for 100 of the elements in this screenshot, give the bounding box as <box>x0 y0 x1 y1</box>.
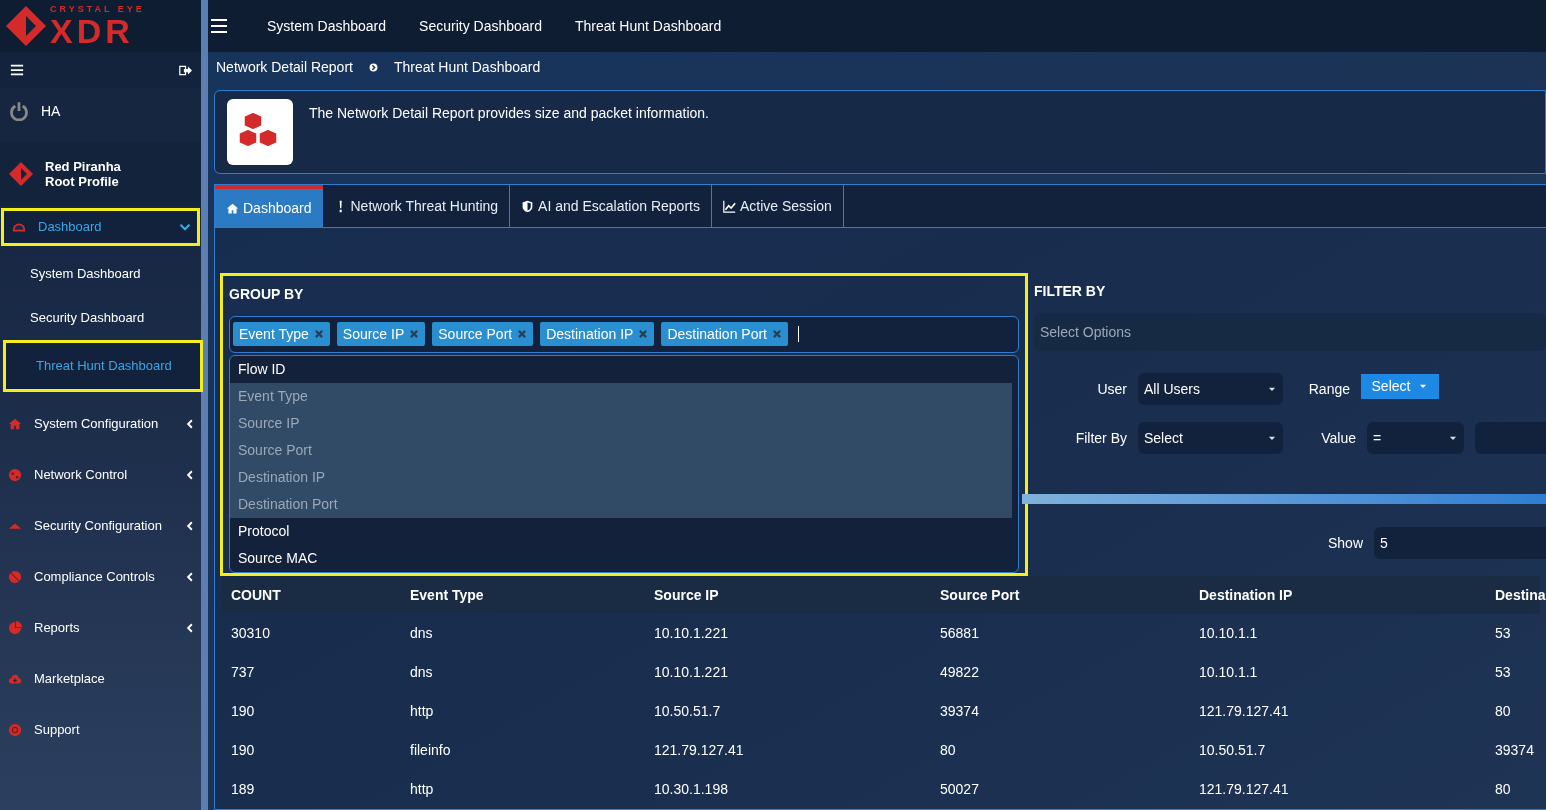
tag[interactable]: Destination IP <box>540 322 655 347</box>
tab[interactable]: Network Threat Hunting <box>322 185 511 227</box>
field-label: Value <box>1320 428 1357 448</box>
menu-icon <box>209 18 229 34</box>
sidebar-item[interactable]: Compliance Controls <box>0 551 201 602</box>
globe-icon <box>8 467 22 482</box>
section-heading: FILTER BY <box>1034 282 1107 301</box>
tag[interactable]: Destination Port <box>661 322 788 347</box>
sidebar-item[interactable]: Dashboard <box>1 208 200 246</box>
table-cell-text: 121.79.127.41 <box>1199 780 1290 799</box>
chevron-left-icon <box>185 468 195 481</box>
sidebar-item[interactable]: Support <box>0 704 201 755</box>
column-header: Event Type <box>410 585 485 605</box>
sidebar-item[interactable]: Marketplace <box>0 653 201 704</box>
table-cell-text: 53 <box>1495 663 1512 682</box>
select-field[interactable]: Select Options <box>1034 313 1546 351</box>
table-cell-text: 190 <box>231 741 256 760</box>
tab[interactable]: AI and Escalation Reports <box>510 185 712 227</box>
logo-wordmark: XDR <box>50 13 134 48</box>
field-label: Range <box>1307 379 1351 399</box>
remove-icon <box>517 329 528 340</box>
menu-icon <box>9 63 25 77</box>
chevron-left-icon <box>185 417 195 430</box>
tag[interactable]: Source IP <box>336 322 426 347</box>
sidebar-item[interactable]: Reports <box>0 602 201 653</box>
shield-icon <box>521 199 535 213</box>
nav-link[interactable]: System Dashboard <box>267 15 387 37</box>
page-size-field[interactable]: 5 <box>1374 527 1546 559</box>
table-cell-text: 10.10.1.1 <box>1199 663 1259 682</box>
breadcrumb-link[interactable]: Threat Hunt Dashboard <box>393 56 541 78</box>
tab[interactable]: Active Session <box>711 185 844 227</box>
section-heading: GROUP BY <box>229 285 305 304</box>
ban-icon <box>8 569 22 584</box>
range-button[interactable]: Select <box>1361 373 1439 399</box>
table-cell-text: 80 <box>1495 702 1512 721</box>
chevron-left-icon <box>185 519 195 532</box>
home-icon <box>226 201 239 215</box>
table-cell-text: dns <box>410 663 434 682</box>
tab[interactable]: Dashboard <box>215 185 323 227</box>
dropdown-option[interactable]: Destination IP <box>230 463 1012 491</box>
home-icon <box>8 416 22 431</box>
table-cell-text: http <box>410 780 435 799</box>
table-cell-text: dns <box>410 624 434 643</box>
table-cell-text: 737 <box>231 663 256 682</box>
sidebar-item[interactable]: Network Control <box>0 449 201 500</box>
select-field[interactable]: All Users <box>1138 373 1283 405</box>
remove-icon <box>409 329 420 340</box>
menu-button[interactable] <box>209 17 229 35</box>
column-header: Source IP <box>654 585 720 605</box>
dropdown-option[interactable]: Source MAC <box>230 545 1012 572</box>
breadcrumb-link[interactable]: Network Detail Report <box>216 56 353 78</box>
logout-icon <box>179 63 192 77</box>
table-cell-text: 10.50.51.7 <box>654 702 722 721</box>
text-cursor <box>798 326 799 343</box>
profile-role: Root Profile <box>45 174 120 189</box>
arrow-circle-icon <box>368 62 378 72</box>
table-cell-text: 190 <box>231 702 256 721</box>
dropdown-option[interactable]: Destination Port <box>230 490 1012 518</box>
remove-icon <box>638 329 649 340</box>
power-icon <box>9 101 29 121</box>
cubes-icon <box>227 98 293 165</box>
table-cell-text: 50027 <box>940 780 980 799</box>
sidebar-item[interactable]: System Configuration <box>0 398 201 449</box>
nav-link[interactable]: Threat Hunt Dashboard <box>575 15 722 37</box>
dropdown-option[interactable]: Protocol <box>230 518 1012 545</box>
tag[interactable]: Source Port <box>432 322 534 347</box>
field-label: Show <box>1326 533 1364 553</box>
tag[interactable]: Event Type <box>233 322 330 347</box>
sidebar-item[interactable]: Security Configuration <box>0 500 201 551</box>
nav-link[interactable]: Security Dashboard <box>419 15 542 37</box>
table-cell-text: http <box>410 702 435 721</box>
submenu-item[interactable]: Security Dashboard <box>0 296 201 340</box>
select-field[interactable]: = <box>1367 422 1464 454</box>
chevron-left-icon <box>185 621 195 634</box>
table-cell-text: 80 <box>1495 780 1512 799</box>
table-cell-text: 39374 <box>940 702 980 721</box>
table-cell-text: 10.50.51.7 <box>1199 741 1267 760</box>
dropdown-option[interactable]: Event Type <box>230 382 1012 410</box>
table-cell-text: 121.79.127.41 <box>654 741 745 760</box>
column-header: Destination IP <box>1199 585 1294 605</box>
table-cell-text: fileinfo <box>410 741 452 760</box>
column-header: Source Port <box>940 585 1021 605</box>
dropdown-option[interactable]: Source IP <box>230 409 1012 437</box>
profile-name: Red Piranha <box>45 159 121 174</box>
remove-icon <box>313 329 324 340</box>
description-text: The Network Detail Report provides size and packet information. <box>309 103 709 123</box>
line-chart-icon <box>722 199 736 213</box>
submenu-item[interactable]: Threat Hunt Dashboard <box>3 340 203 392</box>
table-cell-text: 80 <box>940 741 957 760</box>
table-cell-text: 49822 <box>940 663 980 682</box>
select-field[interactable]: Select <box>1138 422 1283 454</box>
tag-input-field[interactable]: Event Type Source IP Source Port Destination IP Destination Port <box>229 315 1019 353</box>
chevron-down-icon <box>179 221 191 233</box>
submenu-item[interactable]: System Dashboard <box>0 252 201 296</box>
table-cell-text: 10.10.1.221 <box>654 663 729 682</box>
table-cell-text: 10.10.1.221 <box>654 624 729 643</box>
column-header: COUNT <box>231 585 282 605</box>
pie-chart-icon <box>8 620 22 635</box>
dropdown-option[interactable]: Source Port <box>230 436 1012 464</box>
dropdown-option[interactable]: Flow ID <box>230 355 1012 383</box>
